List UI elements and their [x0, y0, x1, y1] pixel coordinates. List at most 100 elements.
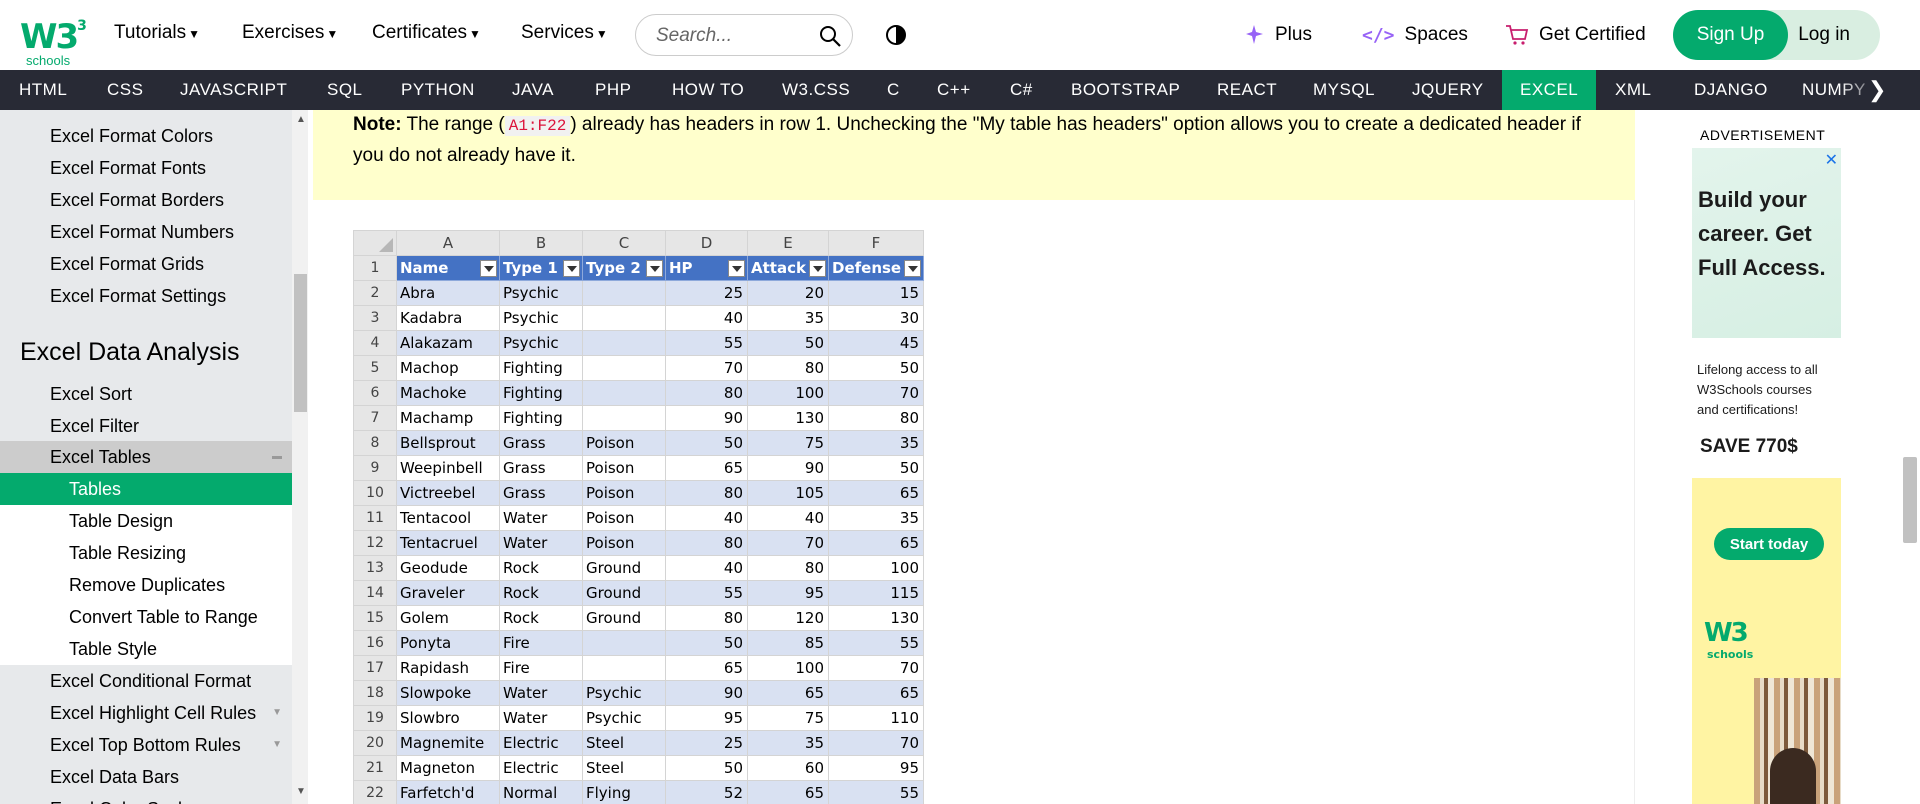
note-code: A1:F22 [504, 116, 571, 136]
lang-html[interactable]: HTML [4, 70, 82, 110]
sidebar-item-format-settings[interactable]: Excel Format Settings [0, 280, 292, 312]
sidebar-item-color-scales[interactable]: Excel Color Scales [0, 793, 292, 804]
lang-python[interactable]: PYTHON [386, 70, 490, 110]
table-header-row: 1 Name Type 1 Type 2 HP Attack Defense [353, 255, 924, 281]
sidebar-item-format-colors[interactable]: Excel Format Colors [0, 120, 292, 152]
table-row: 6 Machoke Fighting 80 100 70 [353, 380, 924, 406]
table-cell: 90 [665, 680, 748, 706]
cart-icon [1506, 25, 1529, 45]
top-navigation: W33 schools Tutorials ▼ Exercises ▼ Certif… [0, 0, 1920, 70]
page-scrollbar-thumb[interactable] [1903, 457, 1917, 543]
lang-xml[interactable]: XML [1600, 70, 1666, 110]
certificates-menu[interactable]: Certificates ▼ [372, 22, 481, 44]
sidebar-subitem-table-style[interactable]: Table Style [0, 633, 292, 665]
lang-javascript[interactable]: JAVASCRIPT [165, 70, 302, 110]
sidebar-item-filter[interactable]: Excel Filter [0, 410, 292, 442]
start-today-button[interactable]: Start today [1714, 528, 1824, 560]
table-row: 16 Ponyta Fire 50 85 55 [353, 630, 924, 656]
table-header-cell: Name [396, 255, 500, 281]
row-number: 12 [353, 530, 397, 556]
lang-react[interactable]: REACT [1202, 70, 1292, 110]
lang-bootstrap[interactable]: BOOTSTRAP [1056, 70, 1195, 110]
lang-php[interactable]: PHP [580, 70, 646, 110]
lang-cpp[interactable]: C++ [922, 70, 986, 110]
search-icon[interactable] [818, 24, 842, 48]
signup-button[interactable]: Sign Up [1673, 10, 1788, 60]
sidebar-subitem-remove-duplicates[interactable]: Remove Duplicates [0, 569, 292, 601]
table-cell: 30 [828, 305, 924, 331]
caret-down-icon: ▼ [188, 27, 201, 41]
table-cell: Psychic [499, 280, 583, 306]
scroll-down-icon[interactable]: ▼ [296, 786, 306, 797]
sidebar-subitem-convert-range[interactable]: Convert Table to Range [0, 601, 292, 633]
get-certified-link[interactable]: Get Certified [1505, 24, 1646, 46]
code-icon: </> [1362, 24, 1395, 46]
table-row: 22 Farfetch'd Normal Flying 52 65 55 [353, 780, 924, 804]
sidebar-item-format-grids[interactable]: Excel Format Grids [0, 248, 292, 280]
table-cell: 80 [665, 605, 748, 631]
lang-django[interactable]: DJANGO [1679, 70, 1783, 110]
sidebar-item-highlight-rules[interactable]: Excel Highlight Cell Rules ▼ [0, 697, 292, 729]
close-icon[interactable]: ✕ [1825, 150, 1838, 170]
sidebar-item-conditional-format[interactable]: Excel Conditional Format [0, 665, 292, 697]
row-number: 4 [353, 330, 397, 356]
table-header-cell: Attack [747, 255, 829, 281]
w3schools-logo[interactable]: W33 schools [20, 8, 87, 68]
table-cell: Psychic [499, 305, 583, 331]
contrast-toggle-icon[interactable] [885, 24, 907, 46]
sidebar-item-top-bottom-rules[interactable]: Excel Top Bottom Rules ▼ [0, 729, 292, 761]
lang-jquery[interactable]: JQUERY [1397, 70, 1499, 110]
lang-excel[interactable]: EXCEL [1502, 70, 1597, 110]
sidebar-item-format-fonts[interactable]: Excel Format Fonts [0, 152, 292, 184]
table-row: 9 Weepinbell Grass Poison 65 90 50 [353, 455, 924, 481]
spaces-link[interactable]: </> Spaces [1362, 24, 1468, 46]
table-row: 11 Tentacool Water Poison 40 40 35 [353, 505, 924, 531]
plus-link[interactable]: Plus [1245, 24, 1312, 46]
lang-css[interactable]: CSS [92, 70, 158, 110]
advertisement-banner[interactable]: ✕ Build your career. Get Full Access. Li… [1692, 148, 1841, 804]
lang-sql[interactable]: SQL [312, 70, 378, 110]
sidebar-subitem-table-design[interactable]: Table Design [0, 505, 292, 537]
table-cell: 90 [747, 455, 829, 481]
table-row: 19 Slowbro Water Psychic 95 75 110 [353, 705, 924, 731]
filter-dropdown-icon [904, 260, 921, 277]
plus-label: Plus [1275, 24, 1312, 45]
tutorials-menu[interactable]: Tutorials ▼ [114, 22, 200, 44]
scroll-up-icon[interactable]: ▲ [296, 114, 306, 125]
lang-java[interactable]: JAVA [497, 70, 569, 110]
lang-howto[interactable]: HOW TO [657, 70, 759, 110]
sidebar-scrollbar[interactable] [292, 110, 308, 804]
sidebar-scrollbar-thumb[interactable] [294, 274, 307, 412]
table-cell: Rock [499, 580, 583, 606]
lang-csharp[interactable]: C# [995, 70, 1048, 110]
sidebar-item-sort[interactable]: Excel Sort [0, 378, 292, 410]
excel-sheet-image: A B C D E F 1 Name Type 1 Type 2 HP Atta… [353, 230, 924, 804]
table-row: 4 Alakazam Psychic 55 50 45 [353, 330, 924, 356]
sidebar-subitem-table-resizing[interactable]: Table Resizing [0, 537, 292, 569]
sidebar-item-tables[interactable]: Excel Tables ▬ [0, 441, 292, 473]
caret-down-icon: ▼ [272, 739, 282, 750]
sidebar-subitem-tables[interactable]: Tables [0, 473, 292, 505]
table-cell: 52 [665, 780, 748, 804]
table-cell: Psychic [582, 705, 666, 731]
exercises-menu[interactable]: Exercises ▼ [242, 22, 338, 44]
table-cell: Slowpoke [396, 680, 500, 706]
lang-mysql[interactable]: MYSQL [1298, 70, 1390, 110]
scroll-right-icon[interactable]: ❯ [1868, 70, 1886, 110]
row-number: 11 [353, 505, 397, 531]
column-header-row: A B C D E F [353, 230, 924, 256]
sidebar-item-format-numbers[interactable]: Excel Format Numbers [0, 216, 292, 248]
sidebar-item-label: Excel Top Bottom Rules [50, 735, 241, 755]
ad-logo: W3 schools [1704, 618, 1754, 661]
sidebar-item-format-borders[interactable]: Excel Format Borders [0, 184, 292, 216]
lang-c[interactable]: C [872, 70, 915, 110]
table-cell: 65 [828, 530, 924, 556]
table-cell [582, 380, 666, 406]
services-menu[interactable]: Services ▼ [521, 22, 608, 44]
table-cell: Rapidash [396, 655, 500, 681]
table-cell: 40 [665, 305, 748, 331]
search-input[interactable] [656, 25, 806, 47]
row-number: 10 [353, 480, 397, 506]
sidebar-item-data-bars[interactable]: Excel Data Bars [0, 761, 292, 793]
lang-w3css[interactable]: W3.CSS [767, 70, 865, 110]
